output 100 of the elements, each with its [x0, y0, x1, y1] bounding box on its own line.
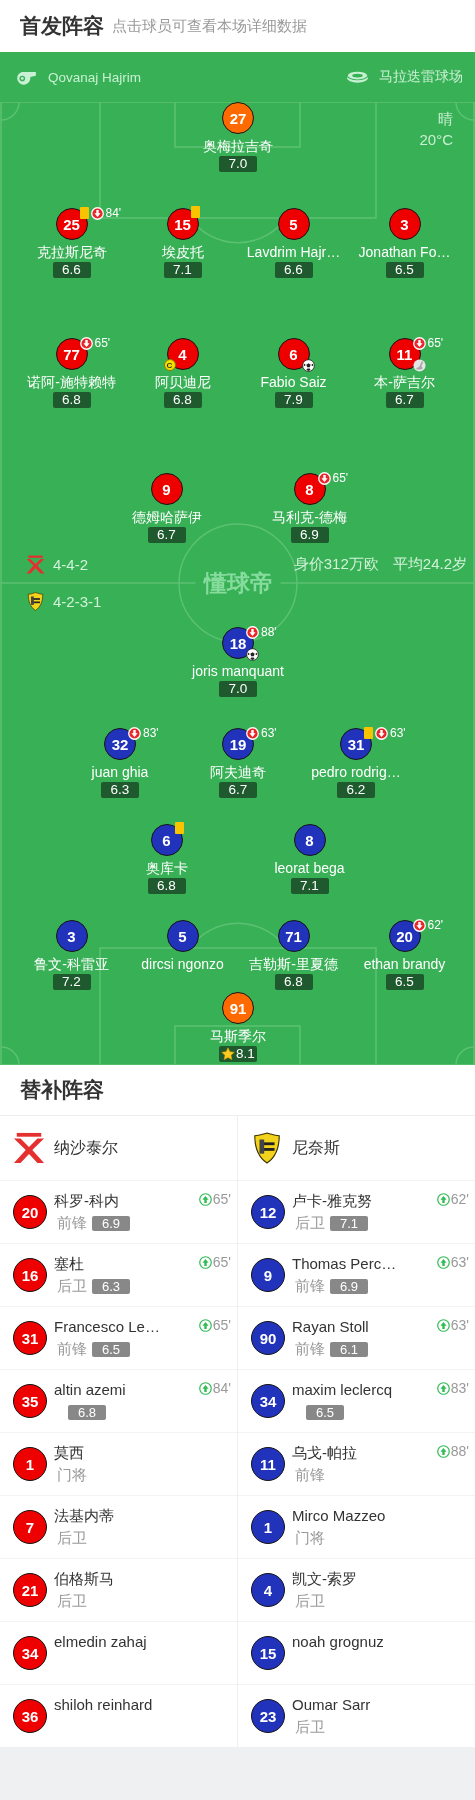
- shirt-number[interactable]: 3: [388, 208, 421, 240]
- substitution-in-icon: [198, 1381, 212, 1395]
- player-rating: 7.2: [52, 974, 91, 990]
- player-rating: 6.9: [92, 1215, 130, 1231]
- substitution-minute: 63': [261, 726, 277, 740]
- player-name: 奥库卡: [145, 860, 188, 877]
- shirt-number[interactable]: 15: [166, 208, 199, 240]
- shirt-number[interactable]: 19: [222, 728, 254, 760]
- player-position: 后卫: [57, 1276, 87, 1296]
- section-hint: 点击球员可查看本场详细数据: [112, 16, 307, 36]
- shirt-number[interactable]: 11: [251, 1447, 285, 1481]
- ball-icon: [246, 648, 259, 661]
- player-rating: 7.1: [330, 1215, 368, 1231]
- shirt-number[interactable]: 12: [251, 1195, 285, 1229]
- shirt-number[interactable]: 31: [340, 728, 372, 760]
- shirt-number[interactable]: 1: [251, 1510, 285, 1544]
- player-name: dircsi ngonzo: [141, 956, 224, 973]
- player-rating: 6.3: [101, 782, 139, 798]
- player-rating: 7.1: [290, 878, 329, 894]
- substitution-out-icon: [90, 206, 104, 220]
- shirt-number[interactable]: 20: [13, 1195, 47, 1229]
- player-rating: 6.3: [92, 1278, 130, 1294]
- boot-icon: [412, 359, 426, 372]
- player-name: 克拉斯尼奇: [36, 244, 107, 261]
- player-name: joris manquant: [192, 663, 284, 680]
- substitution-out-icon: [246, 726, 259, 740]
- player-rating: 6.8: [147, 878, 186, 894]
- player-rating: 6.9: [330, 1278, 368, 1294]
- shirt-number[interactable]: 8: [293, 824, 326, 856]
- shirt-number[interactable]: 31: [13, 1321, 47, 1355]
- player-name: 科罗-科内: [54, 1191, 120, 1211]
- booking-card-icon: [190, 206, 200, 218]
- substitution-in-icon: [198, 1255, 212, 1269]
- substitution-minute: 83': [143, 726, 159, 740]
- shirt-number[interactable]: 91: [222, 992, 254, 1024]
- player-name: 马利克-德梅: [272, 509, 347, 526]
- shirt-number[interactable]: 21: [13, 1573, 47, 1607]
- player-name: Oumar Sarr: [292, 1695, 371, 1715]
- shirt-number[interactable]: 90: [251, 1321, 285, 1355]
- stadium-icon: [346, 70, 369, 84]
- shirt-number[interactable]: 16: [13, 1258, 47, 1292]
- shirt-number[interactable]: 36: [13, 1699, 47, 1733]
- shirt-number[interactable]: 20: [388, 920, 421, 952]
- shirt-number[interactable]: 77: [55, 338, 88, 370]
- player-name: Fabio Saiz: [260, 374, 327, 391]
- player-rating: 6.1: [330, 1341, 368, 1357]
- substitution-out-icon: [375, 726, 388, 740]
- player-position: 门将: [57, 1465, 87, 1485]
- formation: 4-2-3-1: [53, 593, 102, 610]
- shirt-number[interactable]: 15: [251, 1636, 285, 1670]
- player-rating: 6.8: [274, 974, 313, 990]
- stadium-name: 马拉迭雷球场: [379, 68, 463, 86]
- section-title: 首发阵容: [20, 13, 104, 39]
- substitution-minute: 65': [212, 1191, 231, 1207]
- player-position: 门将: [295, 1528, 325, 1548]
- player-rating: 6.7: [219, 782, 257, 798]
- player-name: Francesco Le…: [54, 1317, 160, 1337]
- player-rating: 7.0: [219, 156, 257, 172]
- player-name: Thomas Perc…: [292, 1254, 397, 1274]
- team-name: 纳沙泰尔: [54, 1137, 118, 1158]
- player-rating: 7.1: [163, 262, 202, 278]
- shirt-number[interactable]: 32: [104, 728, 136, 760]
- player-rating: 6.6: [52, 262, 91, 278]
- player-position: 后卫: [295, 1213, 325, 1233]
- shirt-number[interactable]: 1: [13, 1447, 47, 1481]
- shirt-number[interactable]: 6: [277, 338, 310, 370]
- shirt-number[interactable]: 6: [150, 824, 183, 856]
- shirt-number[interactable]: 5: [277, 208, 310, 240]
- player-position: 前锋: [295, 1276, 325, 1296]
- player-name: Lavdrim Hajr…: [246, 244, 341, 261]
- shirt-number[interactable]: 5: [166, 920, 199, 952]
- player-rating: 6.7: [147, 527, 186, 543]
- player-name: 伯格斯马: [54, 1569, 114, 1589]
- substitution-minute: 83': [450, 1380, 469, 1396]
- shirt-number[interactable]: 4: [251, 1573, 285, 1607]
- substitution-out-icon: [128, 726, 141, 740]
- player-position: 前锋: [57, 1213, 87, 1233]
- player-name: 埃皮托: [161, 244, 204, 261]
- whistle-icon: [15, 69, 38, 85]
- shirt-number[interactable]: 23: [251, 1699, 285, 1733]
- shield-logo-icon: [26, 592, 45, 611]
- player-name: leorat bega: [274, 860, 345, 877]
- player-position: 前锋: [57, 1339, 87, 1359]
- player-name: juan ghia: [91, 764, 149, 781]
- shirt-number[interactable]: 8: [293, 473, 326, 505]
- shirt-number[interactable]: 9: [150, 473, 183, 505]
- substitution-minute: 65': [332, 471, 349, 485]
- player-position: 后卫: [295, 1717, 325, 1737]
- shirt-number[interactable]: 9: [251, 1258, 285, 1292]
- shirt-number[interactable]: 34: [251, 1384, 285, 1418]
- player-rating: 8.1: [236, 1046, 255, 1062]
- shirt-number[interactable]: 71: [277, 920, 310, 952]
- substitution-in-icon: [198, 1318, 212, 1332]
- shirt-number[interactable]: 34: [13, 1636, 47, 1670]
- shirt-number[interactable]: 35: [13, 1384, 47, 1418]
- shirt-number[interactable]: 27: [222, 102, 254, 134]
- shirt-number[interactable]: 25: [55, 208, 88, 240]
- shirt-number[interactable]: 7: [13, 1510, 47, 1544]
- player-name: 法基内蒂: [54, 1506, 114, 1526]
- shirt-number[interactable]: 3: [55, 920, 88, 952]
